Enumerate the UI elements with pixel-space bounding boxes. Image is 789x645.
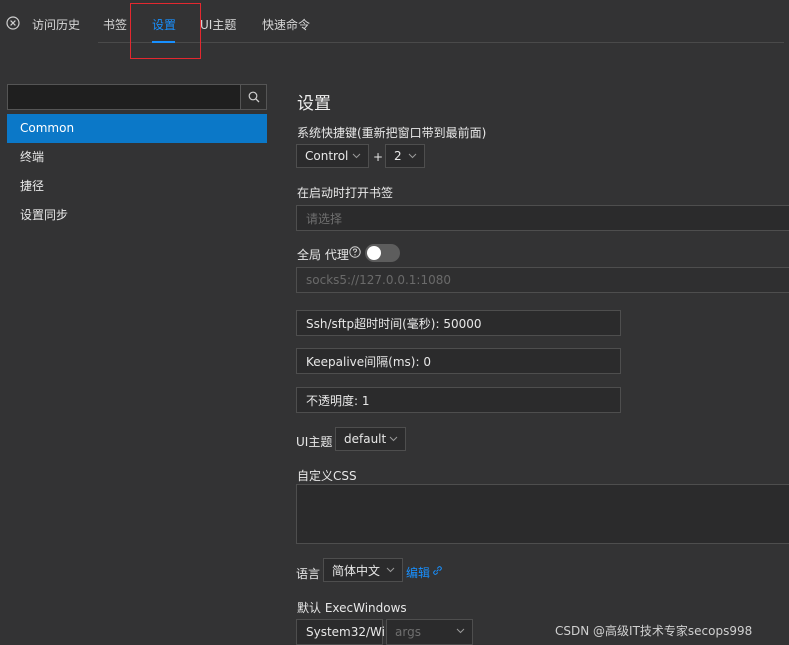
- chevron-down-icon: [408, 153, 417, 159]
- chevron-down-icon: [386, 567, 395, 573]
- link-icon[interactable]: [432, 565, 443, 576]
- search-icon: [248, 91, 259, 103]
- tab-history[interactable]: 访问历史: [32, 16, 80, 33]
- proxy-toggle[interactable]: [365, 244, 400, 262]
- chevron-down-icon: [352, 153, 361, 159]
- chevron-down-icon: [456, 628, 465, 634]
- opacity-input[interactable]: 不透明度: 1: [296, 387, 621, 413]
- language-value: 简体中文: [332, 563, 381, 578]
- tab-quick-commands[interactable]: 快速命令: [262, 16, 310, 33]
- ui-theme-value: default: [344, 432, 387, 446]
- chevron-down-icon: [389, 436, 398, 442]
- shortcut-key-select[interactable]: 2: [385, 144, 425, 168]
- keepalive-input[interactable]: Keepalive间隔(ms): 0: [296, 348, 621, 374]
- app-root: 访问历史 书签 设置 UI主题 快速命令 Common 终端 捷径 设置同步 设…: [0, 0, 789, 645]
- ui-theme-select[interactable]: default: [335, 427, 406, 451]
- ui-theme-label: UI主题: [296, 435, 333, 449]
- sidebar-search: [7, 84, 267, 110]
- watermark: CSDN @高级IT技术专家secops998: [555, 624, 753, 638]
- custom-css-textarea[interactable]: [296, 484, 789, 544]
- tab-bookmarks[interactable]: 书签: [103, 16, 127, 33]
- bookmarks-label: 在启动时打开书签: [297, 186, 394, 200]
- annotation-highlight-box: [130, 3, 201, 59]
- exec-windows-args-placeholder: args: [395, 625, 421, 639]
- bookmarks-select[interactable]: 请选择: [296, 205, 789, 231]
- language-edit-link[interactable]: 编辑: [406, 564, 430, 581]
- sidebar-item-sync[interactable]: 设置同步: [7, 201, 267, 230]
- exec-windows-label: 默认 ExecWindows: [297, 601, 407, 615]
- ssh-timeout-input[interactable]: Ssh/sftp超时时间(毫秒): 50000: [296, 310, 621, 336]
- sidebar-item-common[interactable]: Common: [7, 114, 267, 143]
- search-input[interactable]: [8, 85, 240, 109]
- help-icon[interactable]: [349, 246, 361, 258]
- proxy-label: 全局 代理: [297, 248, 349, 262]
- tab-ui-theme[interactable]: UI主题: [200, 16, 236, 33]
- proxy-input[interactable]: socks5://127.0.0.1:1080: [296, 267, 789, 293]
- shortcut-modifier-select[interactable]: Control: [296, 144, 369, 168]
- language-label: 语言: [296, 567, 321, 581]
- page-title: 设置: [297, 94, 331, 114]
- shortcut-modifier-value: Control: [305, 149, 349, 163]
- close-circle-icon[interactable]: [6, 16, 20, 30]
- shortcut-key-value: 2: [394, 149, 402, 163]
- exec-windows-path-input[interactable]: System32/Wi: [296, 619, 385, 645]
- tab-bar: 访问历史 书签 设置 UI主题 快速命令: [0, 0, 789, 59]
- shortcut-label: 系统快捷键(重新把窗口带到最前面): [297, 126, 487, 140]
- sidebar-item-shortcuts[interactable]: 捷径: [7, 172, 267, 201]
- custom-css-label: 自定义CSS: [297, 469, 357, 483]
- toggle-knob: [367, 246, 381, 260]
- exec-windows-args-select[interactable]: args: [386, 619, 473, 645]
- language-select[interactable]: 简体中文: [323, 558, 403, 582]
- sidebar-item-terminal[interactable]: 终端: [7, 143, 267, 172]
- settings-menu: Common 终端 捷径 设置同步: [7, 114, 267, 230]
- search-button[interactable]: [240, 85, 266, 109]
- shortcut-plus: +: [373, 150, 384, 164]
